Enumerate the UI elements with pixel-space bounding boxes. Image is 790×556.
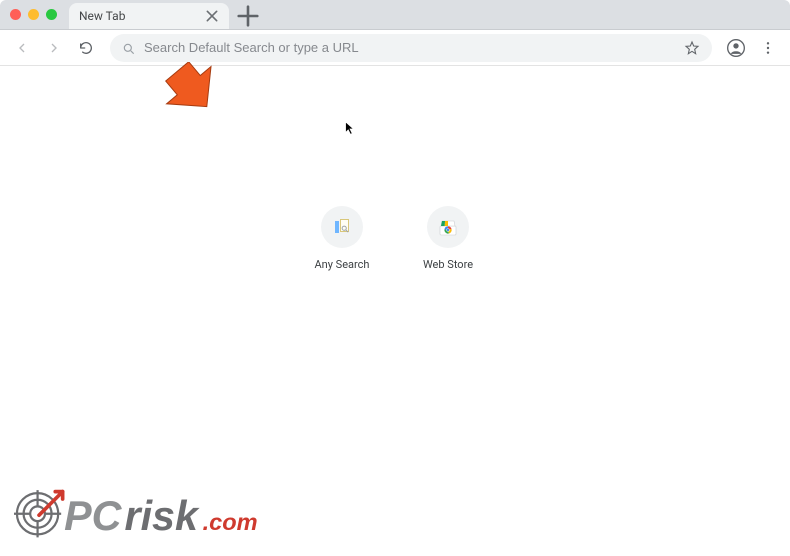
logo-text-risk: risk [125,493,200,539]
page-content: Any Search [0,66,790,556]
window-close-button[interactable] [10,9,21,20]
window-controls [10,9,57,20]
search-icon [122,41,136,55]
logo-text-com: .com [203,509,258,535]
toolbar [0,30,790,66]
annotation-arrow-icon [163,62,243,126]
bookmark-star-icon[interactable] [684,40,700,56]
shortcut-web-store[interactable]: Web Store [412,206,484,271]
watermark-logo: PC risk .com [14,474,294,552]
window-maximize-button[interactable] [46,9,57,20]
profile-button[interactable] [722,34,750,62]
omnibox-input[interactable] [144,40,684,55]
pcrisk-logo-icon: PC risk .com [14,474,294,552]
tab-title: New Tab [79,9,205,23]
new-tab-button[interactable] [235,3,261,29]
anysearch-favicon-icon [333,218,351,236]
logo-text-pc: PC [64,493,123,539]
menu-button[interactable] [754,34,782,62]
shortcut-icon [321,206,363,248]
reload-button[interactable] [72,34,100,62]
shortcut-label: Any Search [315,258,370,271]
tab-close-button[interactable] [205,9,219,23]
webstore-favicon-icon [439,218,457,236]
forward-button[interactable] [40,34,68,62]
tab-strip: New Tab [69,0,261,29]
shortcut-icon [427,206,469,248]
browser-tab[interactable]: New Tab [69,3,229,29]
address-bar[interactable] [110,34,712,62]
shortcut-grid: Any Search [306,206,484,271]
back-button[interactable] [8,34,36,62]
window-minimize-button[interactable] [28,9,39,20]
shortcut-any-search[interactable]: Any Search [306,206,378,271]
window-titlebar: New Tab [0,0,790,30]
cursor-pointer-icon [344,121,356,141]
shortcut-label: Web Store [423,258,473,271]
